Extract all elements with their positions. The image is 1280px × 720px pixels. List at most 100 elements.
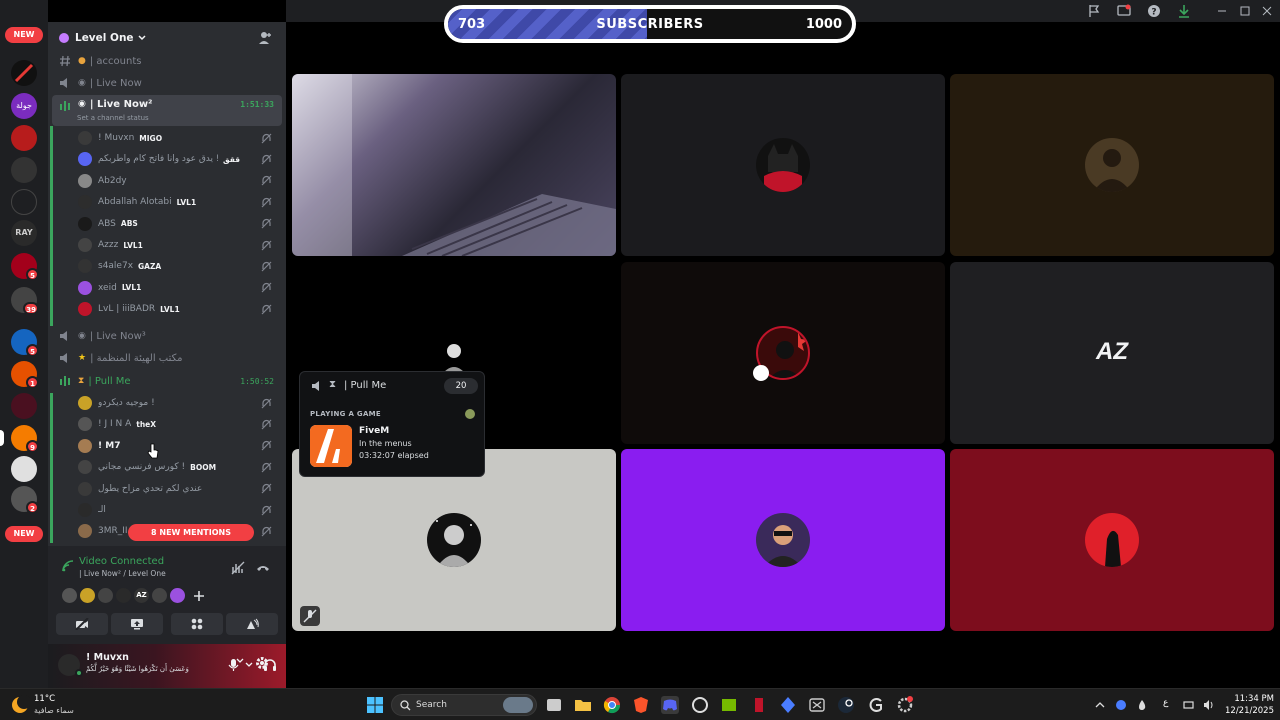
add-participant-icon[interactable]	[193, 590, 205, 602]
participant-avatar[interactable]	[170, 588, 185, 603]
video-stream-tile[interactable]	[292, 74, 616, 256]
server-header[interactable]: Level One	[48, 22, 286, 54]
maximize-icon[interactable]	[1238, 4, 1252, 18]
participant-tile[interactable]	[621, 262, 945, 444]
server-icon[interactable]	[11, 189, 37, 215]
discord-icon[interactable]	[661, 696, 679, 714]
voice-user-row[interactable]: عندي لكم تحدي مزاح يطول	[78, 479, 278, 499]
voice-user-row[interactable]: ABS ABS	[78, 214, 278, 234]
task-view-icon[interactable]	[545, 696, 563, 714]
new-servers-badge[interactable]: NEW	[5, 526, 43, 542]
voice-user-row[interactable]: ! J I N A theX	[78, 414, 278, 434]
chevron-down-icon[interactable]	[245, 661, 253, 669]
app-red-icon[interactable]	[750, 696, 768, 714]
server-icon[interactable]	[11, 125, 37, 151]
participant-tile[interactable]	[950, 74, 1274, 256]
participant-tile[interactable]	[621, 74, 945, 256]
participant-avatar[interactable]: AZ	[134, 588, 149, 603]
disconnect-icon[interactable]	[256, 561, 270, 575]
download-icon[interactable]	[1177, 4, 1191, 18]
voice-user-row[interactable]: ! Muvxn MIGO	[78, 128, 278, 148]
voice-user-row[interactable]: s4ale7x GAZA	[78, 256, 278, 276]
camera-off-button[interactable]	[56, 613, 108, 635]
tray-fire-icon[interactable]	[1136, 699, 1148, 711]
participant-avatar[interactable]	[98, 588, 113, 603]
participant-avatar[interactable]	[152, 588, 167, 603]
chevron-down-icon[interactable]	[236, 657, 244, 665]
inbox-flag-icon[interactable]	[1087, 4, 1101, 18]
windows-start-icon[interactable]	[366, 696, 384, 714]
voice-user-row[interactable]: Ab2dy	[78, 171, 278, 191]
server-icon[interactable]: 5	[11, 329, 39, 357]
network-icon[interactable]	[1183, 699, 1195, 711]
voice-status[interactable]: Video Connected	[79, 556, 164, 567]
clock-date[interactable]: 12/21/2025	[1220, 706, 1274, 716]
weather-temperature[interactable]: 11°C	[34, 694, 55, 704]
voice-user-row[interactable]: Abdallah Alotabi LVL1	[78, 192, 278, 212]
channel-organizing-office[interactable]: ★ | مكتب الهيئة المنظمة	[52, 348, 282, 368]
channel-accounts[interactable]: ● | accounts	[52, 51, 282, 71]
voice-user-row[interactable]: LvL | iiiBADR LVL1	[78, 299, 278, 319]
voice-user-row[interactable]: ! M7	[78, 436, 278, 456]
mute-toggle-button[interactable]	[300, 606, 320, 626]
share-screen-button[interactable]	[111, 613, 163, 635]
participant-avatar[interactable]	[62, 588, 77, 603]
participant-avatar[interactable]	[80, 588, 95, 603]
new-servers-badge[interactable]: NEW	[5, 27, 43, 43]
screen-record-icon[interactable]	[1117, 4, 1131, 18]
custom-status[interactable]: وَعَسَىٰ أَن تَكْرَهُوا شَيْئًا وَهُوَ خ…	[86, 665, 189, 673]
app-settings-icon[interactable]	[896, 696, 914, 714]
noise-suppression-icon[interactable]	[231, 561, 245, 575]
participant-tile[interactable]	[621, 449, 945, 631]
nvidia-icon[interactable]	[720, 696, 738, 714]
set-channel-status-hint[interactable]: Set a channel status	[77, 114, 149, 122]
weather-moon-icon[interactable]	[10, 695, 30, 715]
server-icon-level-one[interactable]: 9	[11, 425, 39, 453]
taskbar-search[interactable]: Search	[391, 694, 537, 716]
app-blue-icon[interactable]	[779, 696, 797, 714]
voice-user-row[interactable]: xeid LVL1	[78, 278, 278, 298]
brave-browser-icon[interactable]	[632, 696, 650, 714]
activities-button[interactable]	[171, 613, 223, 635]
server-icon[interactable]: 5	[11, 253, 39, 281]
participant-tile[interactable]: AZ	[950, 262, 1274, 444]
server-icon[interactable]	[11, 456, 37, 482]
voice-user-row[interactable]: موجيه ديكردو !	[78, 393, 278, 413]
server-icon[interactable]	[11, 157, 37, 183]
channel-pull-me[interactable]: ⧗ | Pull Me 1:50:52	[52, 371, 282, 391]
chevron-up-icon[interactable]	[1094, 699, 1106, 711]
weather-condition[interactable]: سماء صافية	[34, 706, 74, 715]
voice-user-row[interactable]: كورس فرنسي مجاني ! BOOM	[78, 457, 278, 477]
steam-icon[interactable]	[837, 696, 855, 714]
channel-live-now-2[interactable]: ◉ | Live Now² 1:51:33 Set a channel stat…	[52, 95, 282, 126]
help-icon[interactable]: ?	[1147, 4, 1161, 18]
app-g-icon[interactable]	[867, 696, 885, 714]
connection-signal-icon[interactable]	[62, 560, 74, 572]
voice-channel-path[interactable]: | Live Now² / Level One	[79, 569, 166, 578]
clock-time[interactable]: 11:34 PM	[1224, 694, 1274, 704]
participant-tile[interactable]	[950, 449, 1274, 631]
participant-avatar[interactable]	[116, 588, 131, 603]
app-xbox-icon[interactable]	[808, 696, 826, 714]
close-icon[interactable]	[1260, 4, 1274, 18]
channel-live-now-3[interactable]: ◉ | Live Now³	[52, 326, 282, 346]
obs-icon[interactable]	[691, 696, 709, 714]
new-mentions-pill[interactable]: 8 NEW MENTIONS	[128, 524, 254, 541]
voice-user-row[interactable]: يدق عود وانا فاتح كام واطربكم ! ققق	[78, 149, 278, 169]
file-explorer-icon[interactable]	[574, 696, 592, 714]
add-member-icon[interactable]	[258, 31, 272, 45]
channel-live-now[interactable]: ◉ | Live Now	[52, 73, 282, 93]
voice-user-row[interactable]: Azzz LVL1	[78, 235, 278, 255]
settings-gear-icon[interactable]	[255, 656, 269, 670]
server-icon[interactable]: 1	[11, 361, 39, 389]
minimize-icon[interactable]	[1215, 4, 1229, 18]
tray-app-icon[interactable]	[1115, 699, 1127, 711]
chrome-icon[interactable]	[603, 696, 621, 714]
server-icon[interactable]: 39	[11, 287, 39, 315]
username[interactable]: ! Muvxn	[86, 652, 129, 663]
server-icon[interactable]	[11, 60, 37, 86]
server-icon[interactable]	[11, 393, 37, 419]
soundboard-button[interactable]	[226, 613, 278, 635]
volume-icon[interactable]	[1203, 699, 1215, 711]
server-icon[interactable]: RAY	[11, 220, 37, 246]
